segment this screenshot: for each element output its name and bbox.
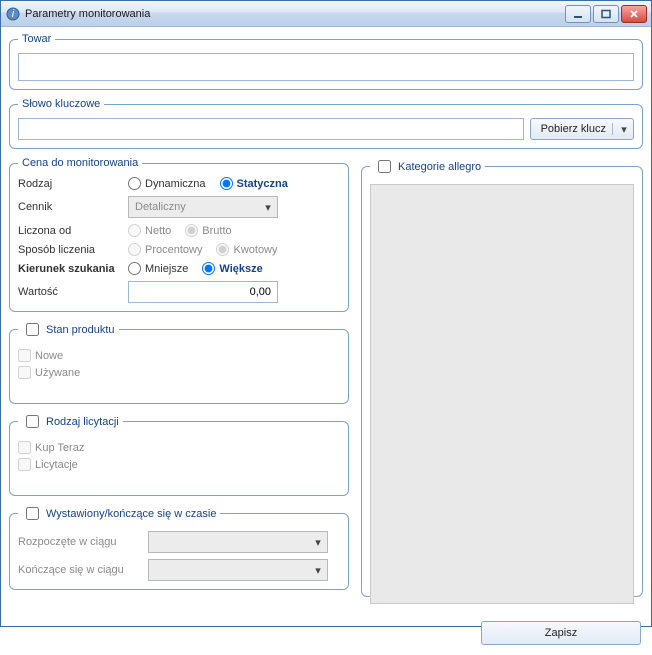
chevron-down-icon: ▾: [263, 201, 273, 214]
sposob-label: Sposób liczenia: [18, 244, 128, 256]
czas-toggle[interactable]: [26, 507, 39, 520]
chevron-down-icon: ▾: [313, 564, 323, 577]
price-legend: Cena do monitorowania: [18, 157, 142, 169]
kupteraz-checkbox[interactable]: [18, 441, 31, 454]
konczace-label: Kończące się w ciągu: [18, 564, 148, 576]
uzywane-checkbox[interactable]: [18, 366, 31, 379]
konczace-select[interactable]: ▾: [148, 559, 328, 581]
kategorie-list[interactable]: [370, 184, 634, 604]
keyword-input[interactable]: [18, 118, 524, 140]
cennik-select[interactable]: Detaliczny ▾: [128, 196, 278, 218]
radio-statyczna[interactable]: Statyczna: [220, 177, 288, 190]
titlebar: i Parametry monitorowania: [1, 1, 651, 27]
fetch-key-button[interactable]: Pobierz klucz ▾: [530, 118, 634, 140]
liczonaod-label: Liczona od: [18, 225, 128, 237]
stan-group: Stan produktu Nowe Używane: [9, 320, 349, 404]
licytacja-group: Rodzaj licytacji Kup Teraz Licytacje: [9, 412, 349, 496]
licytacje-checkbox[interactable]: [18, 458, 31, 471]
rodzaj-label: Rodzaj: [18, 178, 128, 190]
window-title: Parametry monitorowania: [25, 8, 565, 20]
kategorie-toggle[interactable]: [378, 160, 391, 173]
separator: [612, 123, 613, 135]
app-icon: i: [5, 6, 21, 22]
licytacja-legend: Rodzaj licytacji: [46, 416, 119, 428]
licytacja-toggle[interactable]: [26, 415, 39, 428]
towar-legend: Towar: [18, 33, 55, 45]
price-group: Cena do monitorowania Rodzaj Dynamiczna …: [9, 157, 349, 312]
cennik-label: Cennik: [18, 201, 128, 213]
minimize-button[interactable]: [565, 5, 591, 23]
rozpoczete-select[interactable]: ▾: [148, 531, 328, 553]
nowe-checkbox[interactable]: [18, 349, 31, 362]
radio-wieksze[interactable]: Większe: [202, 262, 262, 275]
radio-brutto[interactable]: Brutto: [185, 224, 231, 237]
cennik-value: Detaliczny: [135, 201, 186, 213]
kategorie-group: Kategorie allegro: [361, 157, 643, 597]
stan-legend: Stan produktu: [46, 324, 115, 336]
wartosc-label: Wartość: [18, 286, 128, 298]
radio-netto[interactable]: Netto: [128, 224, 171, 237]
radio-mniejsze[interactable]: Mniejsze: [128, 262, 188, 275]
czas-legend: Wystawiony/kończące się w czasie: [46, 508, 216, 520]
wartosc-input[interactable]: 0,00: [128, 281, 278, 303]
close-button[interactable]: [621, 5, 647, 23]
chevron-down-icon[interactable]: ▾: [619, 123, 629, 136]
keyword-group: Słowo kluczowe Pobierz klucz ▾: [9, 98, 643, 149]
radio-kwotowy[interactable]: Kwotowy: [216, 243, 277, 256]
stan-toggle[interactable]: [26, 323, 39, 336]
keyword-legend: Słowo kluczowe: [18, 98, 104, 110]
kierunek-label: Kierunek szukania: [18, 263, 128, 275]
fetch-key-label: Pobierz klucz: [541, 123, 606, 135]
czas-group: Wystawiony/kończące się w czasie Rozpocz…: [9, 504, 349, 590]
radio-dynamiczna[interactable]: Dynamiczna: [128, 177, 206, 190]
towar-input[interactable]: [18, 53, 634, 81]
rozpoczete-label: Rozpoczęte w ciągu: [18, 536, 148, 548]
radio-procentowy[interactable]: Procentowy: [128, 243, 202, 256]
towar-group: Towar: [9, 33, 643, 90]
maximize-button[interactable]: [593, 5, 619, 23]
chevron-down-icon: ▾: [313, 536, 323, 549]
kategorie-legend: Kategorie allegro: [398, 161, 481, 173]
save-button[interactable]: Zapisz: [481, 621, 641, 645]
window: i Parametry monitorowania Towar Słowo kl…: [0, 0, 652, 627]
